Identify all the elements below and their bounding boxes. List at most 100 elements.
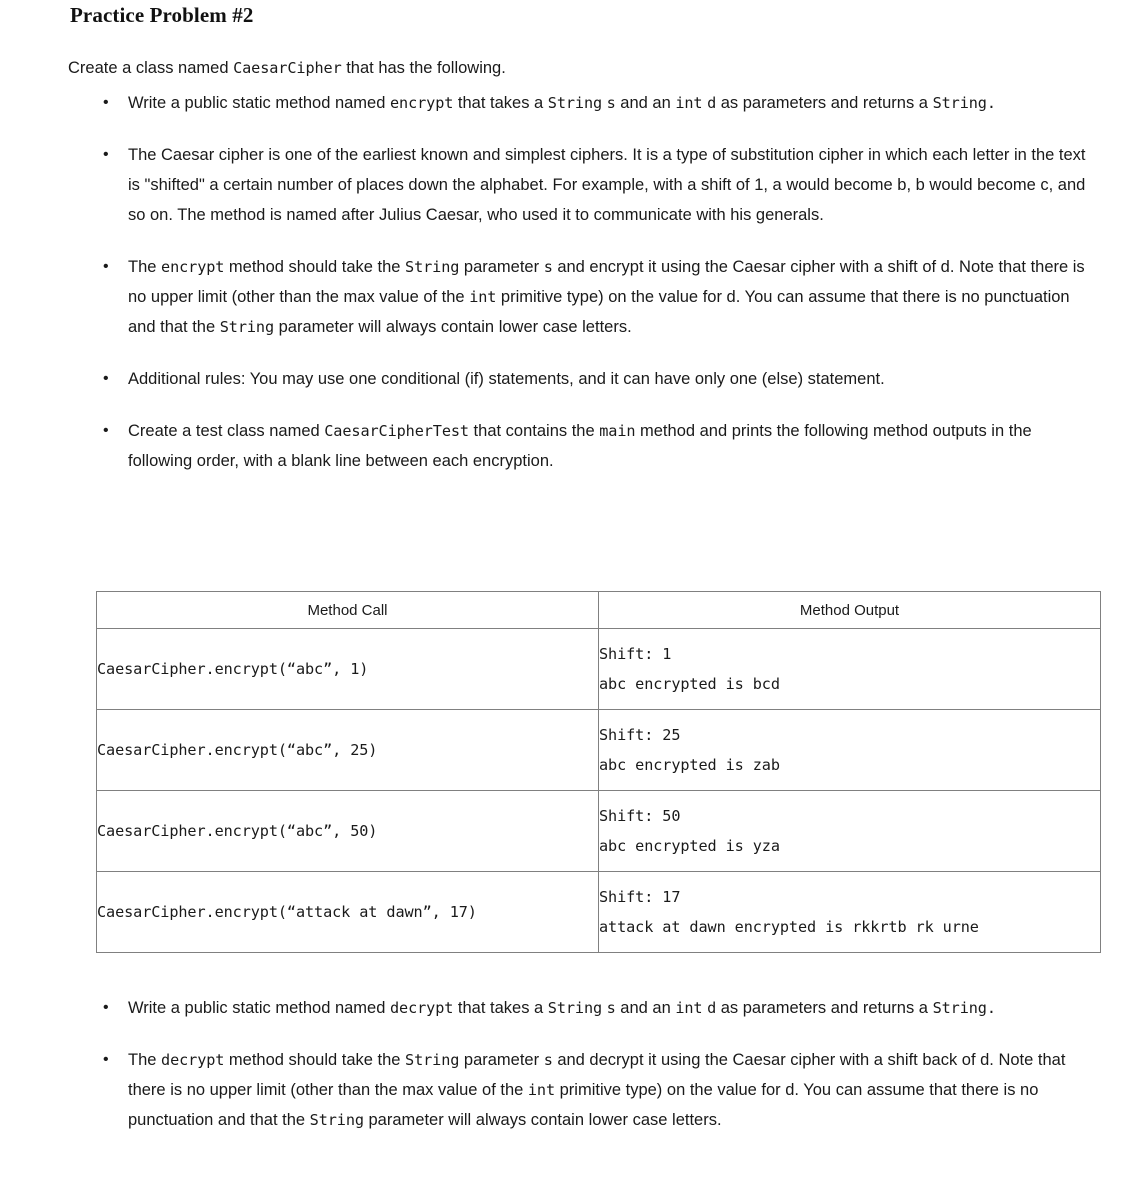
bullet-text: Additional rules: You may use one condit… [128,370,885,388]
inline-code: int [469,288,497,306]
output-result-line: abc encrypted is yza [599,837,780,855]
inline-code: String. [932,94,996,112]
inline-code: s [606,999,616,1017]
page-title: Practice Problem #2 [70,3,254,27]
intro-line: Create a class named CaesarCipher that h… [68,57,506,79]
document-page: Practice Problem #2 Create a class named… [0,0,1145,1200]
inline-code: String [405,1051,460,1069]
inline-text: Additional rules: You may use one condit… [128,370,885,388]
requirements-list-top: • Write a public static method named encr… [0,88,1145,476]
inline-text: Create a test class named [128,422,325,440]
method-call-text: CaesarCipher.encrypt(“attack at dawn”, 1… [97,903,477,921]
cell-method-output: Shift: 25 abc encrypted is zab [598,709,1101,791]
inline-code: decrypt [161,1051,225,1069]
inline-text: The [128,258,162,276]
inline-text: parameter will always contain lower case… [363,1111,722,1129]
inline-text: as parameters and returns a [716,94,933,112]
requirements-list-bottom: • Write a public static method named decr… [0,993,1145,1135]
method-call-text: CaesarCipher.encrypt(“abc”, 25) [97,741,378,759]
table-row: CaesarCipher.encrypt(“abc”, 50) Shift: 50… [96,790,1101,872]
inline-text: The Caesar cipher is one of the earliest… [128,146,1086,224]
cell-method-call: CaesarCipher.encrypt(“abc”, 1) [96,628,599,710]
table-header-row: Method Call Method Output [96,591,1101,629]
inline-code: String [405,258,460,276]
cell-method-call: CaesarCipher.encrypt(“abc”, 25) [96,709,599,791]
bullet-text: Write a public static method named decry… [128,999,996,1017]
cell-method-output: Shift: 1 abc encrypted is bcd [598,628,1101,710]
inline-code: s [543,1051,553,1069]
bullet-text: Write a public static method named encry… [128,94,996,112]
table-row: CaesarCipher.encrypt(“abc”, 25) Shift: 25… [96,709,1101,791]
bullet-text: The decrypt method should take the Strin… [128,1051,1065,1129]
intro-text-before: Create a class named [68,59,234,77]
inline-code: String. [932,999,996,1017]
inline-text: method should take the [224,258,406,276]
bullet-caesar-background: • The Caesar cipher is one of the earlies… [0,140,1145,230]
bullet-marker-icon: • [103,146,109,163]
bullet-text: Create a test class named CaesarCipherTe… [128,422,1032,470]
output-shift-line: Shift: 25 [599,726,681,744]
cell-method-call: CaesarCipher.encrypt(“attack at dawn”, 1… [96,871,599,953]
inline-text: Write a public static method named [128,94,390,112]
inline-text: and an [615,999,676,1017]
bullet-test-class: • Create a test class named CaesarCipherT… [0,416,1145,476]
method-call-text: CaesarCipher.encrypt(“abc”, 1) [97,660,369,678]
inline-code: s [606,94,616,112]
inline-code: String [547,94,603,112]
bullet-encrypt-signature: • Write a public static method named encr… [0,88,1145,118]
column-header-method-output: Method Output [598,591,1101,629]
method-call-text: CaesarCipher.encrypt(“abc”, 50) [97,822,378,840]
inline-code: d [707,999,717,1017]
inline-code: String [547,999,603,1017]
output-result-line: abc encrypted is zab [599,756,780,774]
bullet-marker-icon: • [103,999,109,1016]
inline-code: String [219,318,275,336]
intro-text-after: that has the following. [341,59,506,77]
table-row: CaesarCipher.encrypt(“attack at dawn”, 1… [96,871,1101,953]
inline-code: int [675,999,703,1017]
method-output-table: Method Call Method Output CaesarCipher.e… [96,591,1101,953]
inline-text: and an [615,94,676,112]
bullet-marker-icon: • [103,422,109,439]
cell-method-output: Shift: 17 attack at dawn encrypted is rkk… [598,871,1101,953]
bullet-text: The Caesar cipher is one of the earliest… [128,146,1086,224]
inline-code: decrypt [390,999,454,1017]
bullet-marker-icon: • [103,370,109,387]
inline-code: main [599,422,636,440]
bullet-encrypt-behavior: • The encrypt method should take the Stri… [0,252,1145,342]
bullet-decrypt-signature: • Write a public static method named decr… [0,993,1145,1023]
output-shift-line: Shift: 1 [599,645,672,663]
inline-code: encrypt [390,94,454,112]
bullet-additional-rules: • Additional rules: You may use one condi… [0,364,1145,394]
column-header-method-call: Method Call [96,591,599,629]
bullet-decrypt-behavior: • The decrypt method should take the Stri… [0,1045,1145,1135]
inline-text: as parameters and returns a [716,999,933,1017]
inline-text: method should take the [224,1051,406,1069]
bullet-marker-icon: • [103,94,109,111]
bullet-marker-icon: • [103,1051,109,1068]
output-result-line: abc encrypted is bcd [599,675,780,693]
intro-class-name: CaesarCipher [233,59,342,77]
cell-method-call: CaesarCipher.encrypt(“abc”, 50) [96,790,599,872]
inline-code: s [543,258,553,276]
inline-code: int [527,1081,556,1099]
inline-text: that contains the [468,422,600,440]
inline-text: parameter [459,258,544,276]
inline-text: The [128,1051,162,1069]
bullet-text: The encrypt method should take the Strin… [128,258,1085,336]
inline-code: int [675,94,703,112]
table-row: CaesarCipher.encrypt(“abc”, 1) Shift: 1 ab… [96,628,1101,710]
inline-code: CaesarCipherTest [324,422,469,440]
output-shift-line: Shift: 50 [599,807,681,825]
method-output-table-wrapper: Method Call Method Output CaesarCipher.e… [96,591,1101,953]
inline-text: Write a public static method named [128,999,390,1017]
inline-text: that takes a [453,999,548,1017]
inline-code: String [309,1111,364,1129]
inline-code: encrypt [161,258,225,276]
inline-code: d [707,94,717,112]
inline-text: parameter will always contain lower case… [274,318,632,336]
inline-text: parameter [459,1051,544,1069]
bullet-marker-icon: • [103,258,109,275]
inline-text: that takes a [453,94,548,112]
output-shift-line: Shift: 17 [599,888,681,906]
